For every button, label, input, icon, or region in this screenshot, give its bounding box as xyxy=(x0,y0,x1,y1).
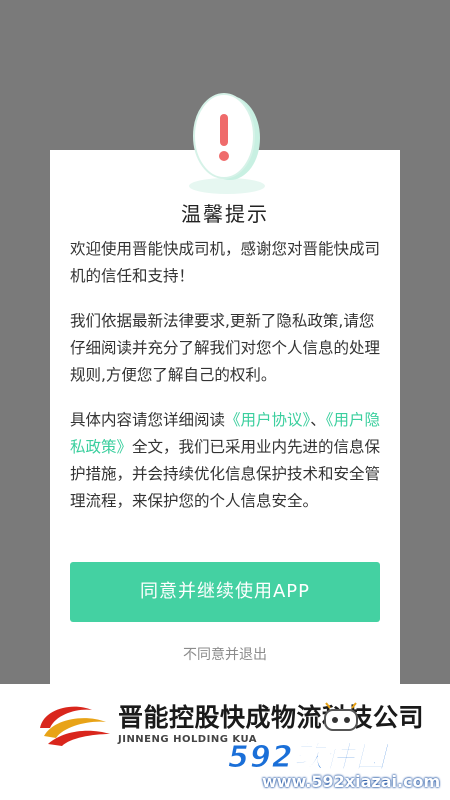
company-logo xyxy=(40,706,110,746)
dialog-body: 欢迎使用晋能快成司机，感谢您对晋能快成司机的信任和支持！ 我们依据最新法律要求,… xyxy=(70,236,386,533)
detail-paragraph: 具体内容请您详细阅读《用户协议》、《用户隐私政策》全文，我们已采用业内先进的信息… xyxy=(70,407,386,515)
privacy-dialog: 温馨提示 欢迎使用晋能快成司机，感谢您对晋能快成司机的信任和支持！ 我们依据最新… xyxy=(50,150,400,697)
disagree-exit-link[interactable]: 不同意并退出 xyxy=(50,644,400,664)
watermark-brand: 592软件园 xyxy=(228,740,387,776)
link-separator: 、 xyxy=(310,411,326,429)
detail-prefix: 具体内容请您详细阅读 xyxy=(70,411,226,429)
policy-update-paragraph: 我们依据最新法律要求,更新了隐私政策,请您仔细阅读并充分了解我们对您个人信息的处… xyxy=(70,312,381,384)
user-agreement-link[interactable]: 《用户协议》 xyxy=(225,411,310,429)
dialog-title: 温馨提示 xyxy=(181,202,269,226)
agree-continue-button[interactable]: 同意并继续使用APP xyxy=(70,562,380,622)
watermark-url: www.592xiazai.com xyxy=(262,772,441,791)
exclamation-alert-icon xyxy=(189,93,265,194)
company-name-cn: 晋能控股快成物流科技公司 xyxy=(118,703,425,732)
welcome-paragraph: 欢迎使用晋能快成司机，感谢您对晋能快成司机的信任和支持！ xyxy=(70,240,381,285)
watermark-mascot-icon xyxy=(324,702,358,731)
